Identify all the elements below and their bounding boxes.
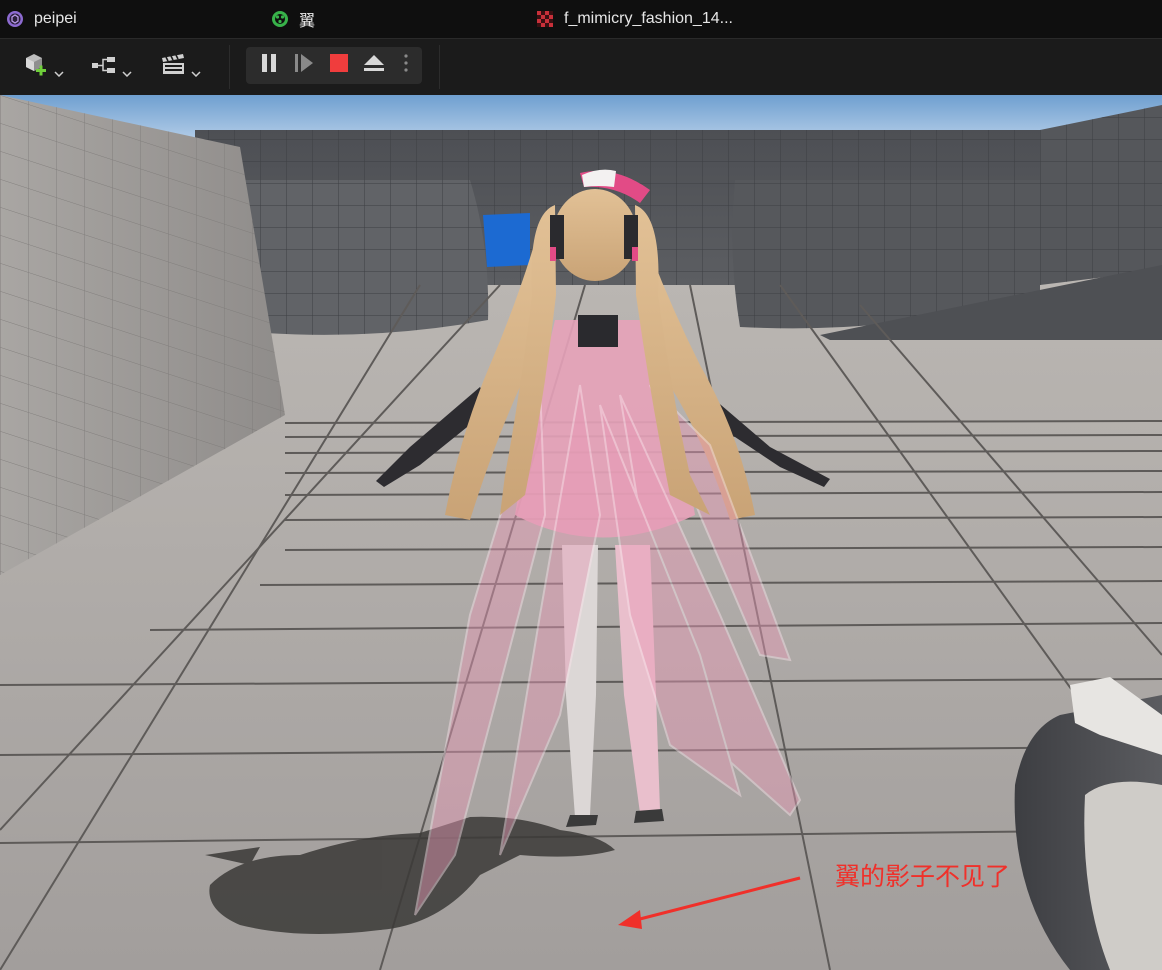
kebab-icon: [403, 52, 409, 79]
cinematics-button[interactable]: [155, 49, 205, 85]
chevron-down-icon: [122, 64, 132, 78]
clapperboard-icon: [159, 52, 187, 83]
material-checker-icon: [536, 10, 554, 28]
tab-level[interactable]: 翼: [271, 0, 315, 38]
document-tab-bar: peipei 翼 f_mimicry_fashion_14...: [0, 0, 1162, 38]
stop-icon: [329, 53, 349, 78]
more-options-button[interactable]: [392, 47, 420, 84]
unreal-project-icon: [6, 10, 24, 28]
pause-button[interactable]: [252, 47, 286, 84]
chevron-down-icon: [191, 64, 201, 78]
blueprint-level-icon: [271, 10, 289, 28]
tab-material[interactable]: f_mimicry_fashion_14...: [536, 0, 733, 38]
blueprint-menu-button[interactable]: [86, 49, 136, 85]
add-actor-button[interactable]: [16, 49, 68, 85]
editor-window: peipei 翼 f_mimicry_fashion_14... 翼的影子不见了: [0, 0, 1162, 970]
pause-icon: [260, 52, 278, 79]
tab-label: peipei: [34, 10, 77, 27]
tab-label: 翼: [299, 13, 316, 30]
chevron-down-icon: [54, 64, 64, 78]
step-forward-icon: [293, 52, 315, 79]
annotation-note: 翼的影子不见了: [835, 862, 1011, 891]
viewport-scene: [0, 95, 1162, 970]
toolbar-divider: [439, 45, 440, 89]
main-toolbar: [0, 38, 1162, 96]
toolbar-divider: [229, 45, 230, 89]
stop-button[interactable]: [322, 47, 356, 84]
eject-icon: [362, 52, 386, 79]
game-viewport[interactable]: 翼的影子不见了: [0, 95, 1162, 970]
eject-button[interactable]: [357, 47, 391, 84]
cube-plus-icon: [20, 50, 50, 85]
tab-label: f_mimicry_fashion_14...: [564, 10, 733, 27]
play-controls-group: [246, 47, 422, 84]
blueprint-graph-icon: [90, 54, 118, 81]
step-frame-button[interactable]: [287, 47, 321, 84]
tab-project[interactable]: peipei: [6, 0, 77, 38]
